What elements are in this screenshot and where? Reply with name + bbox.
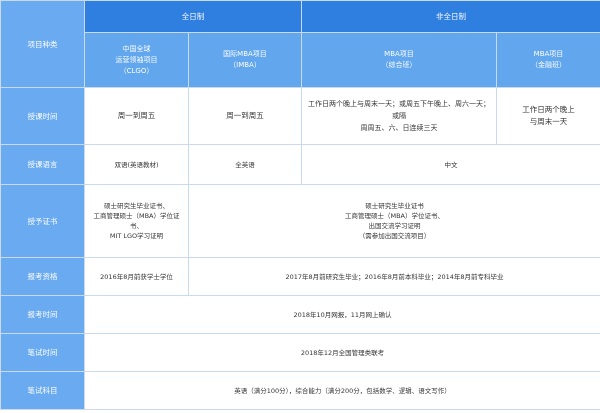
registration-label: 报考时间 <box>0 295 85 334</box>
certificate-clgo: 硕士研究生毕业证书、 工商管理硕士（MBA）学位证书、 MIT LGO学习证明 <box>84 184 189 258</box>
row-registration: 报考时间 2018年10月网报，11月网上确认 <box>0 295 600 334</box>
program-imba-header: 国际MBA项目 （IMBA） <box>188 32 302 88</box>
program-mba-general-header: MBA项目 （综合班） <box>301 32 497 88</box>
schedule-clgo: 周一到周五 <box>84 87 189 145</box>
eligibility-label: 报考资格 <box>0 257 85 296</box>
schedule-imba: 周一到周五 <box>188 87 302 145</box>
row-eligibility: 报考资格 2016年8月前获学士学位 2017年8月前研究生毕业；2016年8月… <box>0 257 600 296</box>
row-exam-time: 笔试时间 2018年12月全国管理类联考 <box>0 333 600 372</box>
row-certificate: 授予证书 硕士研究生毕业证书、 工商管理硕士（MBA）学位证书、 MIT LGO… <box>0 184 600 258</box>
row-language: 授课语言 双语(英语教材) 全英语 中文 <box>0 144 600 185</box>
schedule-label: 授课时间 <box>0 87 85 145</box>
header-row-programs: 中国全球 运营领袖项目 （CLGO） 国际MBA项目 （IMBA） MBA项目 … <box>1 32 600 88</box>
schedule-mba-finance: 工作日两个晚上 与周末一天 <box>496 87 600 145</box>
certificate-others: 硕士研究生毕业证书 工商管理硕士（MBA）学位证书、 出国交流学习证明 （需参加… <box>188 184 600 258</box>
language-imba: 全英语 <box>188 144 302 185</box>
language-label: 授课语言 <box>0 144 85 185</box>
row-exam-subjects: 笔试科目 英语（满分100分），综合能力（满分200分，包括数学、逻辑、语文写作… <box>0 371 600 410</box>
exam-subjects-label: 笔试科目 <box>0 371 85 410</box>
language-clgo: 双语(英语教材) <box>84 144 189 185</box>
eligibility-others: 2017年8月前研究生毕业；2016年8月前本科毕业；2014年8月前专科毕业 <box>188 257 600 296</box>
part-time-header: 非全日制 <box>301 0 600 33</box>
exam-time-value: 2018年12月全国管理类联考 <box>84 333 600 372</box>
program-comparison-table: 项目种类 全日制 非全日制 中国全球 运营领袖项目 （CLGO） 国际MBA项目… <box>0 0 600 410</box>
project-type-header: 项目种类 <box>0 0 85 88</box>
full-time-header: 全日制 <box>84 0 302 33</box>
schedule-mba-general: 工作日两个晚上与周末一天；或周五下午晚上、周六一天；或隔 周周五、六、日连续三天 <box>301 87 497 145</box>
certificate-label: 授予证书 <box>0 184 85 258</box>
exam-time-label: 笔试时间 <box>0 333 85 372</box>
exam-subjects-value: 英语（满分100分），综合能力（满分200分，包括数学、逻辑、语文写作） <box>84 371 600 410</box>
registration-value: 2018年10月网报，11月网上确认 <box>84 295 600 334</box>
program-mba-finance-header: MBA项目 （金融班） <box>496 32 600 88</box>
program-clgo-header: 中国全球 运营领袖项目 （CLGO） <box>84 32 189 88</box>
header-row-top: 项目种类 全日制 非全日制 <box>0 0 600 88</box>
eligibility-clgo: 2016年8月前获学士学位 <box>84 257 189 296</box>
language-part-time: 中文 <box>301 144 600 185</box>
row-schedule: 授课时间 周一到周五 周一到周五 工作日两个晚上与周末一天；或周五下午晚上、周六… <box>0 87 600 145</box>
